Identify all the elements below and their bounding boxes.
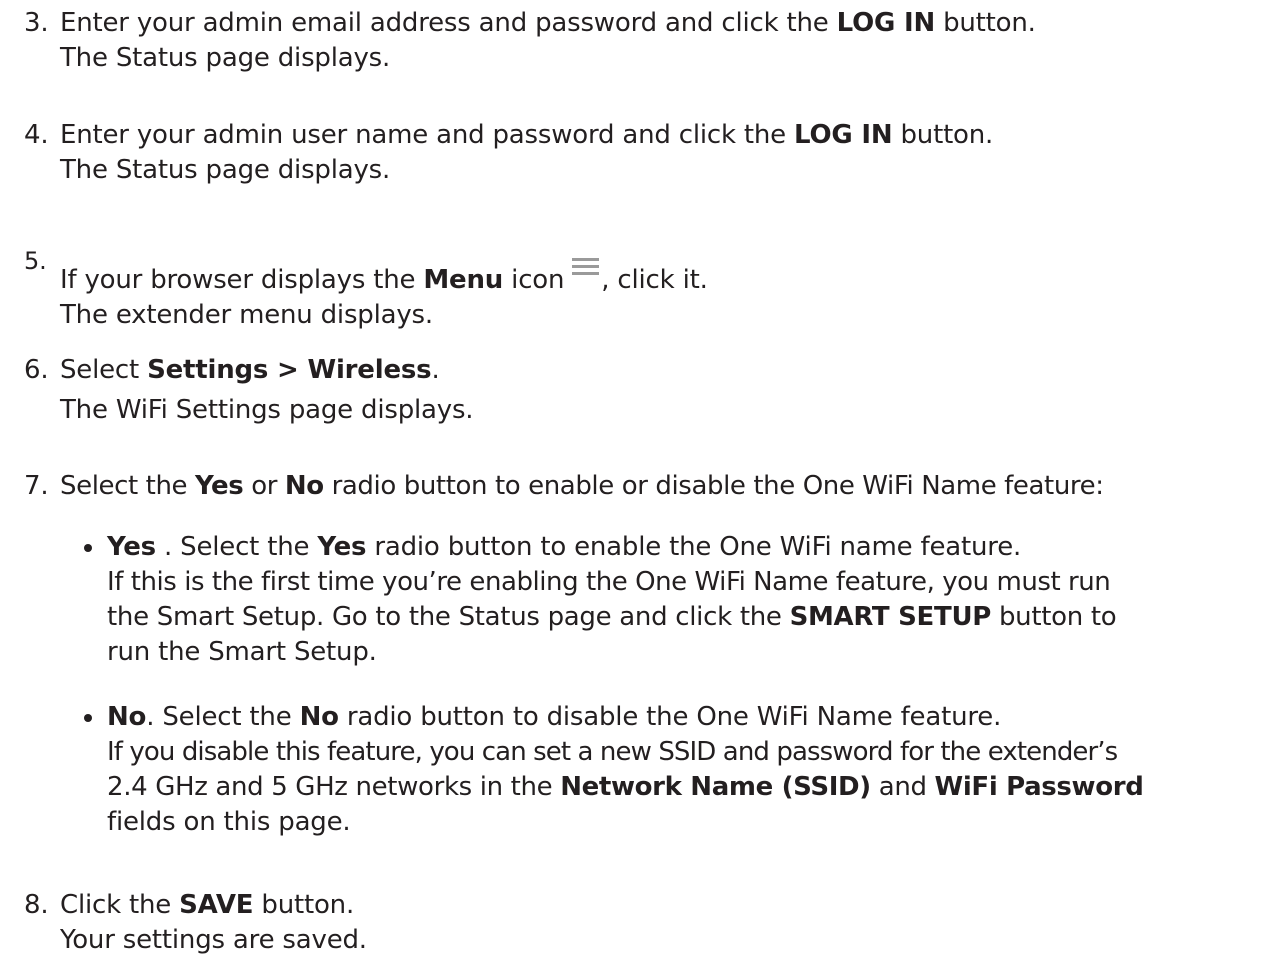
step-number: 6.: [24, 355, 49, 385]
bullet-no: No. Select the No radio button to disabl…: [84, 700, 1262, 840]
step-result: The Status page displays.: [60, 43, 391, 73]
step-line: If your browser displays the Menu icon, …: [60, 258, 1262, 298]
step-line: Enter your admin email address and passw…: [60, 8, 1036, 38]
step-6: 6. Select Settings > Wireless. The WiFi …: [24, 353, 1262, 428]
bullet-line: fields on this page.: [107, 807, 351, 837]
bullet-dot: [84, 714, 92, 722]
step-result: Your settings are saved.: [60, 925, 367, 955]
step-number: 5.: [24, 247, 47, 275]
step-number: 4.: [24, 120, 49, 150]
step-body: Click the SAVE button. Your settings are…: [60, 888, 1262, 958]
bullet-line: the Smart Setup. Go to the Status page a…: [107, 602, 1117, 632]
step-line: Select the Yes or No radio button to ena…: [60, 471, 1104, 501]
step-3: 3. Enter your admin email address and pa…: [24, 6, 1262, 76]
step-7: 7. Select the Yes or No radio button to …: [24, 469, 1262, 504]
step-result: The Status page displays.: [60, 155, 391, 185]
bold-term: No: [284, 471, 324, 501]
bold-term: Settings > Wireless: [147, 355, 432, 385]
step-result: The extender menu displays.: [60, 300, 433, 330]
bold-term: SAVE: [179, 890, 254, 920]
step-number: 7.: [24, 471, 49, 501]
bullet-yes: Yes . Select the Yes radio button to ena…: [84, 530, 1262, 670]
bold-term: Yes: [107, 532, 156, 562]
bullet-line: run the Smart Setup.: [107, 637, 377, 667]
bold-term: LOG IN: [794, 120, 893, 150]
step-8: 8. Click the SAVE button. Your settings …: [24, 888, 1262, 958]
step-result: The WiFi Settings page displays.: [60, 395, 474, 425]
step-body: If your browser displays the Menu icon, …: [60, 258, 1262, 333]
bold-term: Yes: [317, 532, 367, 562]
step-line: Enter your admin user name and password …: [60, 120, 994, 150]
menu-icon: [572, 258, 600, 276]
step-5: 5. If your browser displays the Menu ico…: [24, 247, 1262, 333]
step-line: Click the SAVE button.: [60, 890, 355, 920]
step-4: 4. Enter your admin user name and passwo…: [24, 118, 1262, 188]
step-number: 3.: [24, 8, 49, 38]
step-body: Select Settings > Wireless. The WiFi Set…: [60, 353, 1262, 428]
step-number: 8.: [24, 890, 49, 920]
bold-term: SMART SETUP: [789, 602, 992, 632]
step-body: Enter your admin email address and passw…: [60, 6, 1262, 76]
step-line: Select Settings > Wireless.: [60, 355, 440, 385]
bullet-line: If you disable this feature, you can set…: [107, 737, 1118, 767]
bullet-line: Yes . Select the Yes radio button to ena…: [107, 532, 1022, 562]
bullet-line: If this is the first time you’re enablin…: [107, 567, 1111, 597]
bullet-dot: [84, 544, 92, 552]
step-body: Enter your admin user name and password …: [60, 118, 1262, 188]
bold-term: Network Name (SSID): [560, 772, 871, 802]
bold-term: No: [299, 702, 339, 732]
step-body: Select the Yes or No radio button to ena…: [60, 469, 1262, 504]
bold-term: LOG IN: [836, 8, 936, 38]
bullet-line: No. Select the No radio button to disabl…: [107, 702, 1002, 732]
bold-term: WiFi Password: [934, 772, 1144, 802]
bold-term: No: [107, 702, 147, 732]
bold-term: Menu: [423, 265, 504, 295]
bullet-line: 2.4 GHz and 5 GHz networks in the Networ…: [107, 772, 1144, 802]
bold-term: Yes: [195, 471, 244, 501]
